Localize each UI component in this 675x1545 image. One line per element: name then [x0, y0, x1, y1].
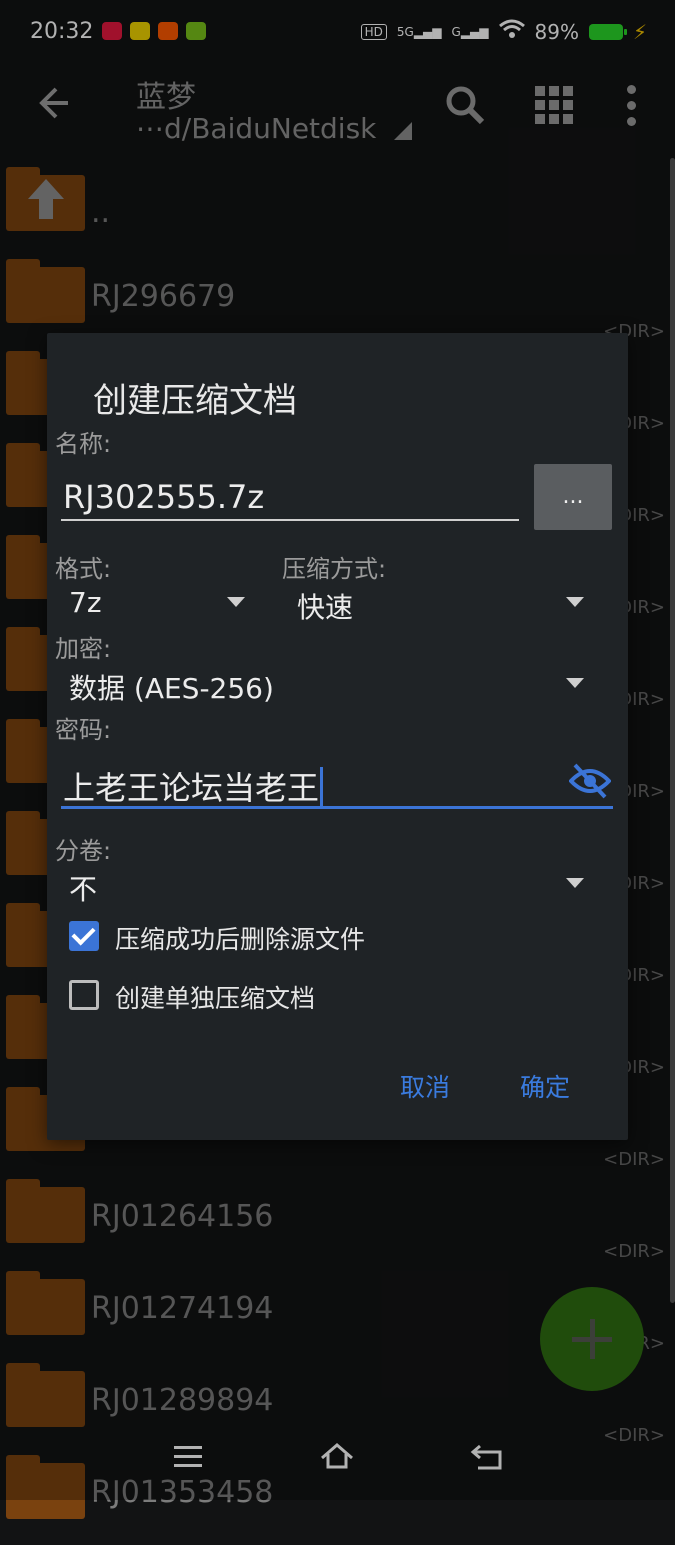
- visibility-off-icon: [568, 763, 612, 799]
- password-underline: [61, 806, 613, 809]
- cancel-button[interactable]: 取消: [400, 1068, 450, 1104]
- dialog-title: 创建压缩文档: [93, 381, 297, 421]
- method-select[interactable]: 快速: [297, 586, 353, 626]
- delete-source-checkbox[interactable]: [69, 921, 99, 951]
- visibility-toggle-button[interactable]: [568, 763, 612, 799]
- text-cursor: [320, 767, 324, 807]
- name-label: 名称:: [55, 430, 112, 458]
- encryption-label: 加密:: [55, 635, 112, 663]
- create-archive-dialog: 创建压缩文档 名称: RJ302555.7z ... 格式: 7z 压缩方式: …: [47, 333, 628, 1140]
- password-input[interactable]: 上老王论坛当老王: [63, 763, 324, 809]
- encryption-dropdown-icon[interactable]: [566, 678, 584, 688]
- name-underline: [61, 519, 519, 521]
- format-select[interactable]: 7z: [69, 586, 102, 619]
- browse-button[interactable]: ...: [534, 464, 612, 530]
- split-label: 分卷:: [55, 837, 112, 865]
- archive-name-input[interactable]: RJ302555.7z: [63, 478, 264, 516]
- method-dropdown-icon[interactable]: [566, 597, 584, 607]
- encryption-select[interactable]: 数据 (AES-256): [69, 667, 274, 707]
- split-dropdown-icon[interactable]: [566, 878, 584, 888]
- format-dropdown-icon[interactable]: [227, 597, 245, 607]
- password-label: 密码:: [55, 716, 112, 744]
- format-label: 格式:: [55, 555, 112, 583]
- delete-source-label[interactable]: 压缩成功后删除源文件: [115, 920, 365, 956]
- password-text: 上老王论坛当老王: [63, 769, 320, 807]
- separate-archive-checkbox[interactable]: [69, 980, 99, 1010]
- ok-button[interactable]: 确定: [520, 1068, 570, 1104]
- method-label: 压缩方式:: [282, 555, 387, 583]
- separate-archive-label[interactable]: 创建单独压缩文档: [115, 979, 315, 1015]
- split-select[interactable]: 不: [69, 868, 97, 908]
